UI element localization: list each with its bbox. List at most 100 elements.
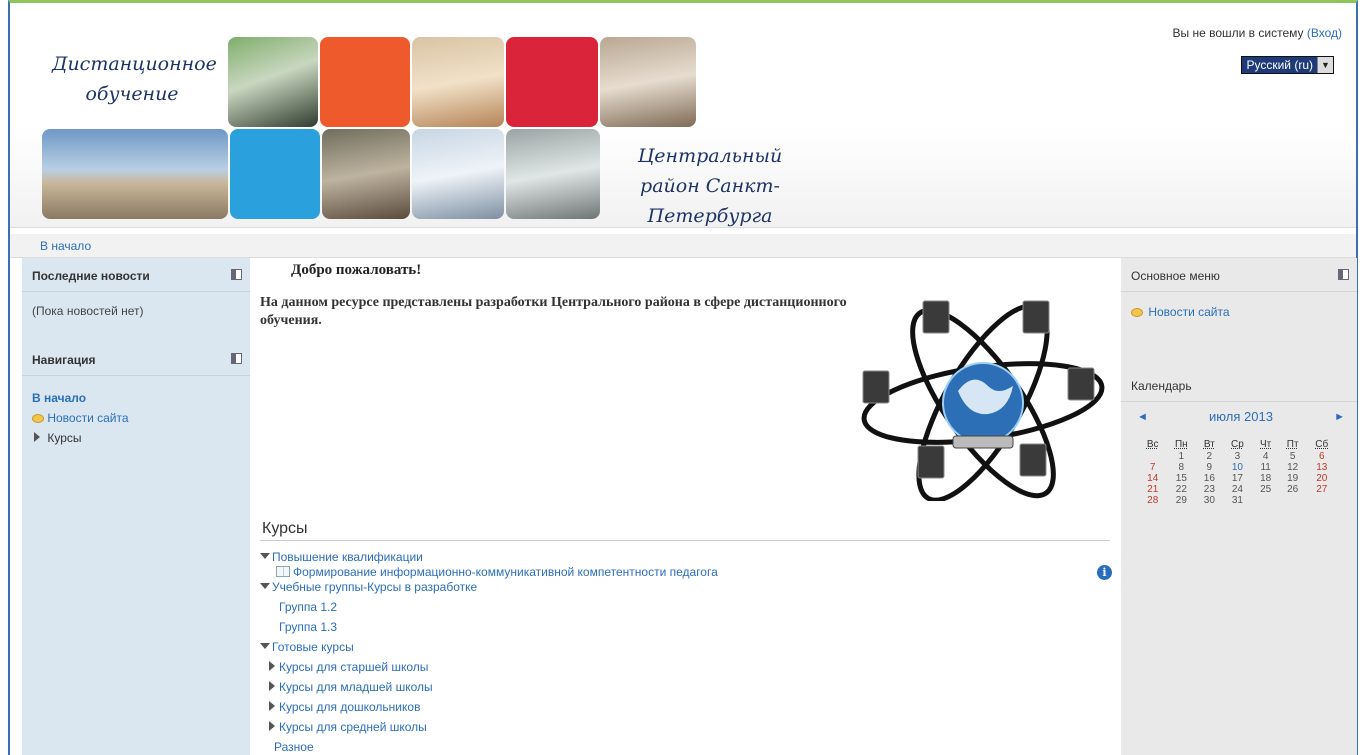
courses-heading: Курсы	[262, 520, 308, 537]
navigation-title: Навигация	[32, 353, 96, 367]
calendar-day[interactable]: 7	[1139, 462, 1166, 473]
calendar-day[interactable]: 3	[1222, 451, 1252, 462]
breadcrumb: В начало	[10, 234, 1356, 258]
woman-photo-tile	[412, 37, 504, 127]
category-group-1-3[interactable]: Группа 1.3	[279, 620, 337, 634]
calendar-week-row: 7 8 9 10 11 12 13	[1139, 462, 1337, 473]
calendar-day[interactable]: 10	[1222, 462, 1252, 473]
speech-bubble-icon	[1131, 308, 1143, 317]
calendar-weekday: Вс	[1146, 439, 1159, 450]
category-preschool[interactable]: Курсы для дошкольников	[269, 700, 420, 714]
teacher-photo-tile	[228, 37, 318, 127]
calendar-day[interactable]: 14	[1139, 473, 1166, 484]
calendar-day[interactable]: 27	[1307, 484, 1337, 495]
category-middle-school[interactable]: Курсы для средней школы	[269, 720, 427, 734]
calendar-weekday: Пт	[1286, 439, 1299, 450]
nav-courses-item[interactable]: Курсы	[34, 431, 82, 445]
calendar-day[interactable]: 19	[1279, 473, 1307, 484]
collapse-arrow-icon	[260, 553, 270, 559]
menu-site-news-item[interactable]: Новости сайта	[1131, 305, 1230, 319]
dock-block-icon[interactable]	[1338, 269, 1349, 280]
calendar-day[interactable]: 24	[1222, 484, 1252, 495]
calendar-day[interactable]: 28	[1139, 495, 1166, 506]
main-menu-title: Основное меню	[1131, 269, 1220, 283]
category-qualification[interactable]: Повышение квалификации	[260, 550, 423, 564]
category-ready-courses-label[interactable]: Готовые курсы	[272, 640, 354, 654]
category-qualification-label[interactable]: Повышение квалификации	[272, 550, 423, 564]
calendar-day[interactable]: 12	[1279, 462, 1307, 473]
calendar-day[interactable]: 31	[1222, 495, 1252, 506]
calendar-day[interactable]: 1	[1166, 451, 1196, 462]
expand-arrow-icon	[269, 681, 275, 691]
network-globe-image	[861, 300, 1105, 501]
login-info: Вы не вошли в систему (Вход)	[1173, 26, 1343, 40]
calendar-day	[1139, 451, 1166, 462]
nav-site-news-link[interactable]: Новости сайта	[47, 411, 128, 425]
breadcrumb-home-link[interactable]: В начало	[40, 239, 91, 253]
category-group-1-2[interactable]: Группа 1.2	[279, 600, 337, 614]
left-column: Последние новости (Пока новостей нет) На…	[22, 258, 250, 755]
category-study-groups[interactable]: Учебные группы-Курсы в разработке	[260, 580, 477, 594]
category-junior-school-label[interactable]: Курсы для младшей школы	[279, 680, 433, 694]
expand-arrow-icon	[269, 661, 275, 671]
calendar-day[interactable]: 15	[1166, 473, 1196, 484]
category-study-groups-label[interactable]: Учебные группы-Курсы в разработке	[272, 580, 477, 594]
course-link-ict-competence[interactable]: Формирование информационно-коммуникативн…	[276, 565, 718, 579]
category-preschool-label[interactable]: Курсы для дошкольников	[279, 700, 420, 714]
calendar-next-month-button[interactable]: ►	[1334, 411, 1345, 423]
courses-divider	[260, 540, 1110, 541]
info-icon[interactable]: i	[1097, 565, 1112, 580]
calendar: ◄ июля 2013 ► Вс Пн Вт Ср Чт Пт Сб 1 2 3 4 5 6 7 8 9 10…	[1133, 408, 1349, 506]
menu-site-news-link[interactable]: Новости сайта	[1148, 305, 1229, 319]
category-middle-school-label[interactable]: Курсы для средней школы	[279, 720, 427, 734]
calendar-day	[1252, 495, 1278, 506]
nav-courses-label: Курсы	[47, 431, 82, 445]
course-icon	[276, 566, 290, 577]
office-photo-tile	[412, 129, 504, 219]
language-select[interactable]: Русский (ru) ▼	[1241, 56, 1334, 74]
calendar-month-link[interactable]: июля 2013	[1133, 409, 1349, 424]
calendar-weekday: Сб	[1315, 439, 1329, 450]
calendar-day[interactable]: 2	[1196, 451, 1222, 462]
course-ict-competence-label[interactable]: Формирование информационно-коммуникативн…	[293, 565, 718, 579]
computer-photo-tile	[506, 129, 600, 219]
calendar-day[interactable]: 30	[1196, 495, 1222, 506]
calendar-day[interactable]: 17	[1222, 473, 1252, 484]
category-ready-courses[interactable]: Готовые курсы	[260, 640, 354, 654]
calendar-day[interactable]: 23	[1196, 484, 1222, 495]
category-senior-school[interactable]: Курсы для старшей школы	[269, 660, 428, 674]
calendar-day[interactable]: 5	[1279, 451, 1307, 462]
calendar-day[interactable]: 8	[1166, 462, 1196, 473]
navigation-block-header: Навигация	[22, 342, 250, 376]
banner-title-left: Дистанционное обучение	[52, 53, 217, 105]
welcome-heading: Добро пожаловать!	[291, 262, 422, 278]
calendar-week-row: 28 29 30 31	[1139, 495, 1337, 506]
calendar-day[interactable]: 25	[1252, 484, 1278, 495]
calendar-day[interactable]: 21	[1139, 484, 1166, 495]
expand-arrow-icon	[269, 721, 275, 731]
main-content: Добро пожаловать! На данном ресурсе пред…	[250, 258, 1121, 755]
calendar-day[interactable]: 26	[1279, 484, 1307, 495]
right-column: Основное меню Новости сайта Календарь ◄ …	[1121, 258, 1357, 755]
collapse-arrow-icon	[260, 643, 270, 649]
calendar-day[interactable]: 11	[1252, 462, 1278, 473]
calendar-day[interactable]: 6	[1307, 451, 1337, 462]
calendar-day[interactable]: 22	[1166, 484, 1196, 495]
calendar-day[interactable]: 9	[1196, 462, 1222, 473]
nav-site-news-item[interactable]: Новости сайта	[32, 411, 129, 425]
calendar-day[interactable]: 13	[1307, 462, 1337, 473]
collapse-arrow-icon	[260, 583, 270, 589]
nav-home-link[interactable]: В начало	[32, 391, 86, 405]
calendar-week-row: 14 15 16 17 18 19 20	[1139, 473, 1337, 484]
calendar-day[interactable]: 20	[1307, 473, 1337, 484]
login-link[interactable]: (Вход)	[1307, 26, 1342, 40]
calendar-day[interactable]: 18	[1252, 473, 1278, 484]
category-junior-school[interactable]: Курсы для младшей школы	[269, 680, 433, 694]
category-misc[interactable]: Разное	[274, 740, 314, 754]
calendar-day[interactable]: 4	[1252, 451, 1278, 462]
calendar-day[interactable]: 16	[1196, 473, 1222, 484]
category-senior-school-label[interactable]: Курсы для старшей школы	[279, 660, 428, 674]
dock-block-icon[interactable]	[231, 353, 242, 364]
calendar-day[interactable]: 29	[1166, 495, 1196, 506]
dock-block-icon[interactable]	[231, 269, 242, 280]
